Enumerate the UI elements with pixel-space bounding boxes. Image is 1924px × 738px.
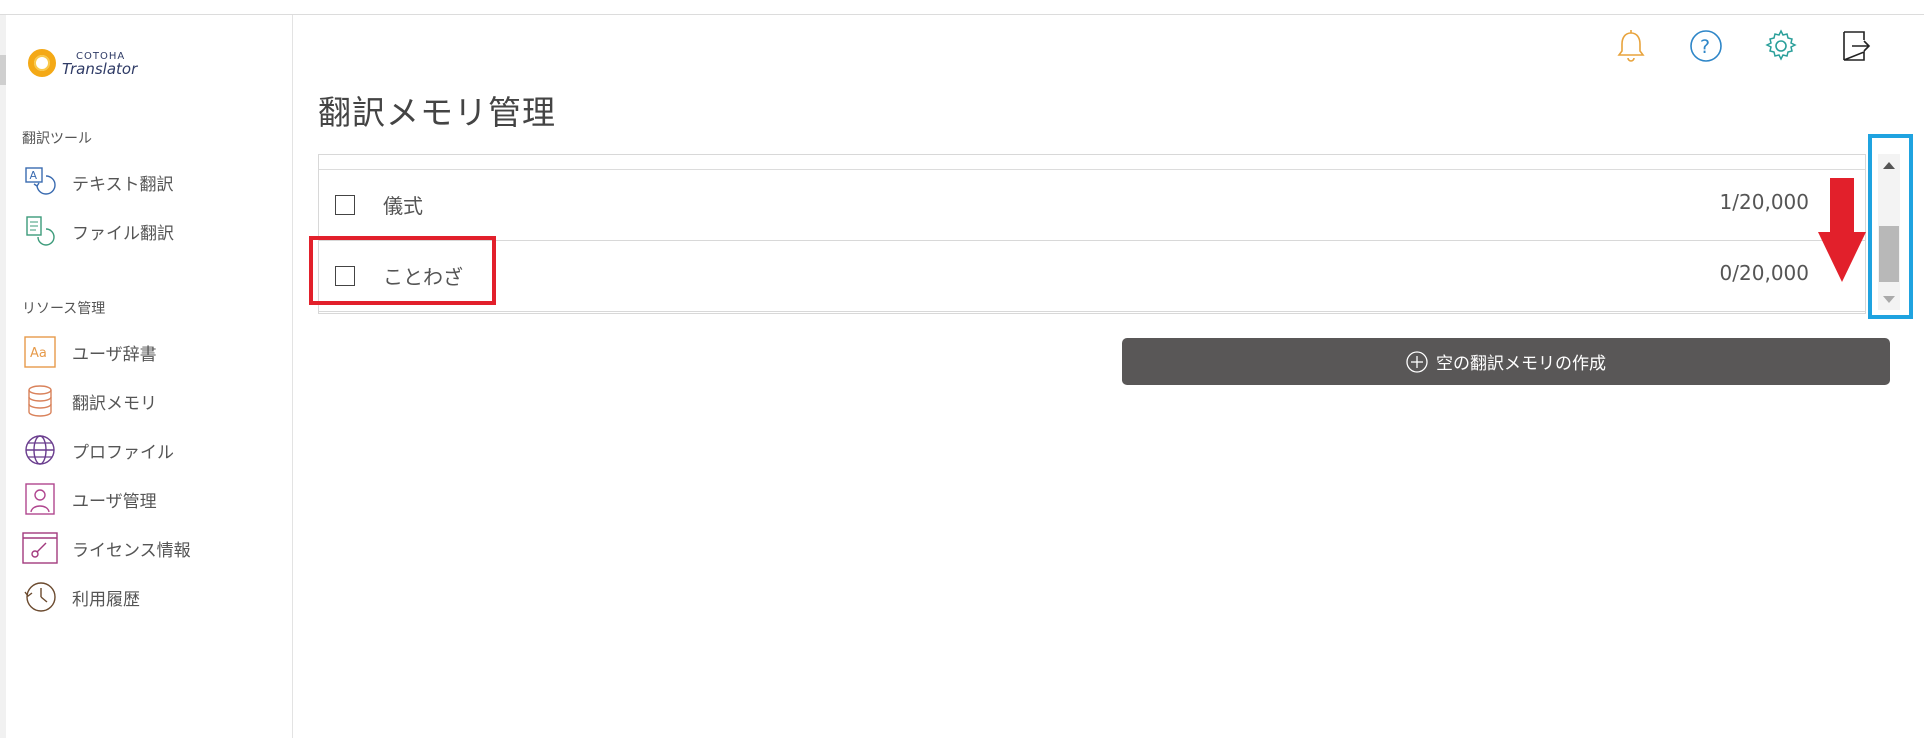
svg-text:A: A — [30, 169, 38, 182]
text-translate-icon: A — [22, 164, 58, 200]
svg-text:?: ? — [1700, 36, 1710, 58]
sidebar-item-label: プロファイル — [72, 442, 174, 463]
memory-name: 儀式 — [383, 194, 423, 218]
user-dictionary-icon: Aa — [22, 334, 58, 370]
memory-table: 儀式 1/20,000 ことわざ 0/20,000 — [318, 154, 1866, 314]
logo-text: COTOHA Translator — [62, 50, 138, 78]
sidebar: COTOHA Translator 翻訳ツール A テキスト翻訳 ファイル翻訳 … — [6, 15, 293, 738]
sidebar-item-label: ユーザ辞書 — [72, 344, 157, 365]
sidebar-item-user-dictionary[interactable]: Aa ユーザ辞書 — [22, 332, 282, 372]
history-icon — [22, 579, 58, 615]
sidebar-item-label: 翻訳メモリ — [72, 393, 157, 414]
table-row[interactable]: 儀式 1/20,000 — [319, 170, 1865, 241]
logo-line2: Translator — [62, 60, 138, 78]
table-row[interactable]: ことわざ 0/20,000 — [319, 241, 1865, 312]
sidebar-item-text-translation[interactable]: A テキスト翻訳 — [22, 162, 282, 202]
memory-count: 1/20,000 — [1719, 190, 1809, 214]
sidebar-item-label: テキスト翻訳 — [72, 174, 174, 195]
sidebar-item-label: ファイル翻訳 — [72, 223, 174, 244]
annotation-down-arrow-icon — [1818, 178, 1866, 282]
database-icon — [22, 383, 58, 419]
logout-button[interactable] — [1836, 28, 1876, 68]
sidebar-item-file-translation[interactable]: ファイル翻訳 — [22, 211, 282, 251]
gear-icon — [1764, 29, 1798, 67]
header-toolbar: ? — [1600, 28, 1900, 68]
svg-text:Aa: Aa — [30, 346, 47, 361]
annotation-highlight-box — [309, 236, 496, 305]
notifications-button[interactable] — [1611, 28, 1651, 68]
logo-ring-icon — [28, 49, 56, 77]
create-button-label: 空の翻訳メモリの作成 — [1436, 354, 1606, 374]
help-button[interactable]: ? — [1686, 28, 1726, 68]
sidebar-item-profile[interactable]: プロファイル — [22, 430, 282, 470]
plus-circle-icon — [1406, 350, 1428, 373]
annotation-scrollbar-box — [1868, 134, 1913, 319]
sidebar-item-translation-memory[interactable]: 翻訳メモリ — [22, 381, 282, 421]
section-label-translation-tools: 翻訳ツール — [22, 131, 92, 147]
help-icon: ? — [1689, 29, 1723, 67]
bell-icon — [1615, 29, 1647, 67]
sidebar-item-license-info[interactable]: ライセンス情報 — [22, 528, 282, 568]
sidebar-item-user-management[interactable]: ユーザ管理 — [22, 479, 282, 519]
row-checkbox[interactable] — [335, 195, 355, 215]
license-icon — [22, 530, 58, 566]
sidebar-item-label: ユーザ管理 — [72, 491, 157, 512]
logout-icon — [1840, 29, 1872, 67]
sidebar-item-label: 利用履歴 — [72, 589, 140, 610]
user-icon — [22, 481, 58, 517]
app-logo[interactable]: COTOHA Translator — [28, 49, 137, 77]
page-title: 翻訳メモリ管理 — [318, 93, 556, 132]
memory-count: 0/20,000 — [1719, 261, 1809, 285]
section-label-resource-management: リソース管理 — [22, 301, 106, 317]
sidebar-item-usage-history[interactable]: 利用履歴 — [22, 577, 282, 617]
create-empty-memory-button[interactable]: 空の翻訳メモリの作成 — [1122, 338, 1890, 385]
globe-icon — [22, 432, 58, 468]
settings-button[interactable] — [1761, 28, 1801, 68]
sidebar-item-label: ライセンス情報 — [72, 540, 191, 561]
file-translate-icon — [22, 213, 58, 249]
